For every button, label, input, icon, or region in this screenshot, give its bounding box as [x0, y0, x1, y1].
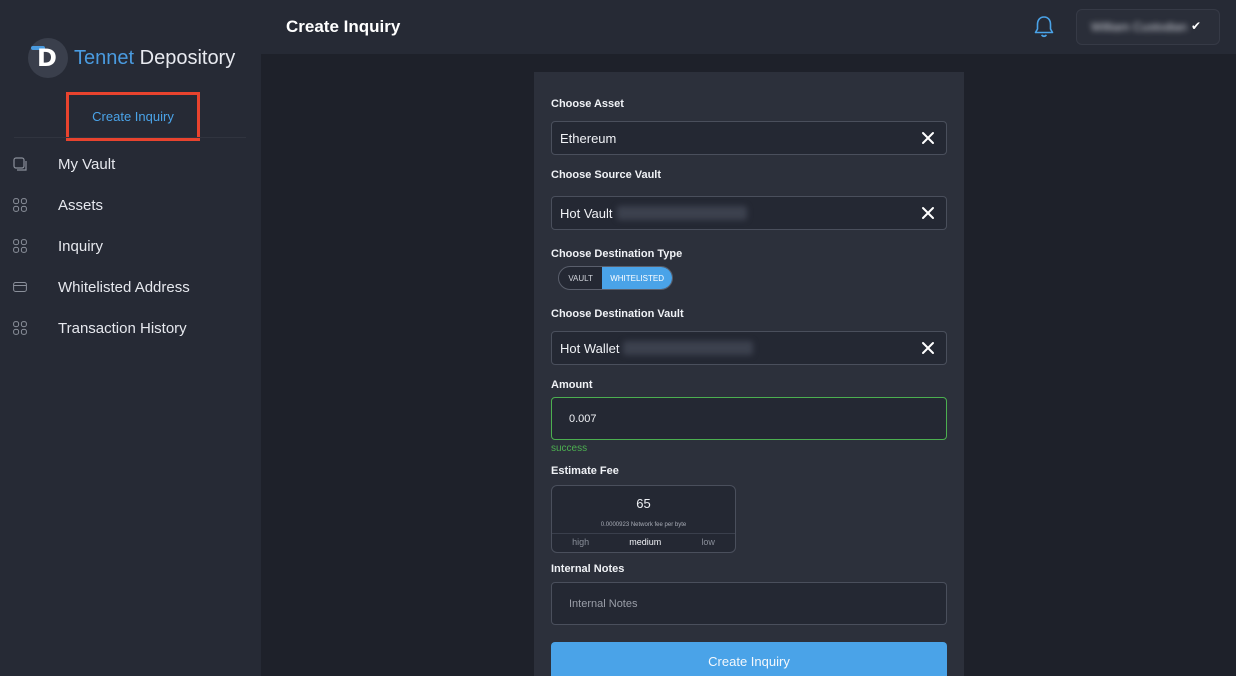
sidebar-item-label: Inquiry: [58, 238, 104, 255]
fee-value: 65: [636, 496, 651, 511]
brand-name-part1: Tennet: [74, 46, 135, 69]
asset-select[interactable]: Ethereum: [551, 121, 947, 155]
sidebar-item-label: Whitelisted Address: [58, 279, 190, 296]
user-name: William Custodian: [1091, 20, 1188, 34]
fee-option-medium[interactable]: medium: [629, 537, 661, 547]
source-vault-label: Choose Source Vault: [551, 169, 662, 181]
brand-name: Tennet Depository: [74, 47, 235, 70]
card-icon: [13, 282, 27, 292]
fee-rate-value: 0.0000923: [600, 522, 630, 528]
sidebar-item-whitelisted-address[interactable]: Whitelisted Address: [0, 267, 261, 308]
clear-icon[interactable]: [920, 130, 936, 146]
source-vault-value: Hot Vault: [560, 205, 613, 221]
sidebar-item-label: Assets: [58, 197, 104, 214]
estimate-fee-box: 65 0.0000923 Network fee per byte high m…: [551, 485, 736, 553]
sidebar-item-my-vault[interactable]: My Vault: [0, 144, 261, 185]
amount-label: Amount: [551, 379, 593, 391]
destination-vault-value: Hot Wallet: [560, 340, 620, 356]
clear-icon[interactable]: [920, 340, 936, 356]
create-inquiry-form: Choose Asset Ethereum Choose Source Vaul…: [534, 72, 964, 676]
internal-notes-input[interactable]: Internal Notes: [551, 582, 947, 625]
brand-logo[interactable]: D Tennet Depository: [28, 38, 235, 78]
sidebar-item-label: My Vault: [58, 156, 116, 173]
sidebar-item-assets[interactable]: Assets: [0, 185, 261, 226]
redacted-text: [616, 206, 747, 220]
toggle-vault[interactable]: VAULT: [559, 267, 602, 289]
create-inquiry-highlight: Create Inquiry: [66, 92, 200, 141]
fee-option-low[interactable]: low: [701, 537, 715, 547]
redacted-text: [623, 341, 754, 355]
internal-notes-label: Internal Notes: [551, 563, 625, 575]
grid-icon: [13, 198, 27, 212]
fee-rate-text: Network fee per byte: [630, 522, 687, 528]
source-vault-select[interactable]: Hot Vault: [551, 196, 947, 230]
fee-rate: 0.0000923 Network fee per byte: [552, 522, 735, 528]
create-inquiry-button[interactable]: Create Inquiry: [551, 642, 947, 676]
create-inquiry-link[interactable]: Create Inquiry: [92, 109, 174, 124]
sidebar-item-inquiry[interactable]: Inquiry: [0, 226, 261, 267]
user-menu-button[interactable]: William Custodian ✔: [1076, 9, 1220, 45]
asset-label: Choose Asset: [551, 98, 624, 110]
fee-divider: [552, 533, 735, 534]
sidebar: D Tennet Depository Create Inquiry My Va…: [0, 0, 261, 676]
toggle-whitelisted[interactable]: WHITELISTED: [602, 267, 672, 289]
sidebar-nav: My Vault Assets Inquiry Whitelisted Addr…: [0, 144, 261, 349]
grid-icon: [13, 321, 27, 335]
page-title: Create Inquiry: [286, 17, 401, 36]
vault-icon: [13, 157, 27, 171]
destination-vault-label: Choose Destination Vault: [551, 308, 684, 320]
grid-icon: [13, 239, 27, 253]
fee-speed-options: high medium low: [552, 537, 735, 547]
estimate-fee-label: Estimate Fee: [551, 465, 619, 477]
top-header: Create Inquiry William Custodian ✔: [261, 0, 1236, 54]
destination-vault-select[interactable]: Hot Wallet: [551, 331, 947, 365]
amount-input[interactable]: 0.007: [551, 397, 947, 440]
check-icon: ✔: [1190, 19, 1201, 33]
asset-value: Ethereum: [560, 130, 617, 146]
clear-icon[interactable]: [920, 205, 936, 221]
amount-status: success: [551, 443, 588, 454]
sidebar-divider: [14, 137, 246, 138]
sidebar-item-transaction-history[interactable]: Transaction History: [0, 308, 261, 349]
logo-icon: D: [28, 38, 68, 78]
sidebar-item-label: Transaction History: [58, 320, 187, 337]
destination-type-toggle: VAULT WHITELISTED: [558, 266, 673, 290]
destination-type-label: Choose Destination Type: [551, 248, 683, 260]
bell-icon[interactable]: [1033, 15, 1055, 39]
fee-option-high[interactable]: high: [572, 537, 589, 547]
brand-name-part2: Depository: [139, 46, 236, 69]
